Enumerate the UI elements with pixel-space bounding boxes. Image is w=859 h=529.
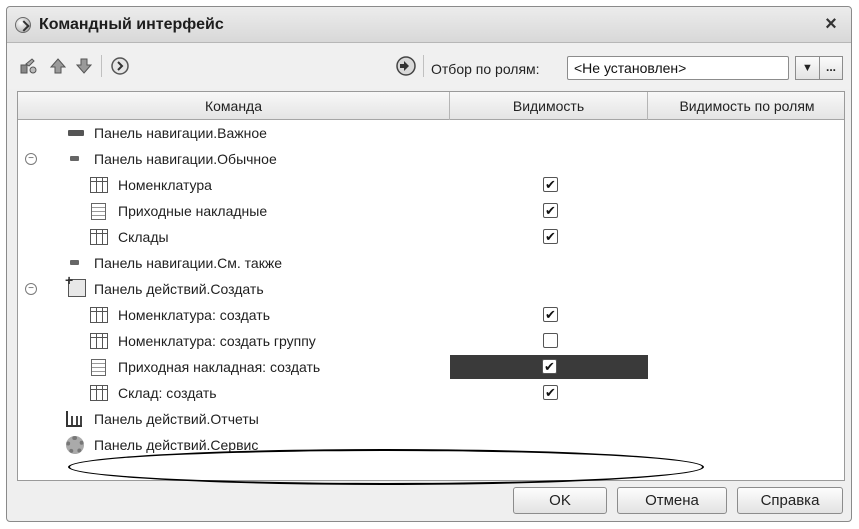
visibility-checkbox[interactable]: ✔ [543, 203, 558, 218]
visibility-checkbox[interactable]: ✔ [543, 177, 558, 192]
arrow-up-icon[interactable] [47, 55, 69, 77]
table-row[interactable]: Приходные накладные ✔ [18, 198, 844, 224]
table-row[interactable]: Панель действий.Сервис [18, 432, 844, 458]
table-row[interactable]: Номенклатура: создать группу [18, 328, 844, 354]
catalog-icon [90, 385, 108, 401]
table-row[interactable]: Панель действий.Отчеты [18, 406, 844, 432]
column-header-command[interactable]: Команда [18, 92, 450, 120]
collapse-icon[interactable]: − [25, 283, 37, 295]
ok-button[interactable]: OK [513, 487, 607, 514]
toolbar-separator [423, 55, 424, 77]
arrow-down-icon[interactable] [73, 55, 95, 77]
row-label: Приходные накладные [118, 203, 268, 219]
table-row[interactable]: Номенклатура: создать ✔ [18, 302, 844, 328]
toolbar-separator [101, 55, 102, 77]
visibility-checkbox[interactable]: ✔ [543, 229, 558, 244]
row-label: Склады [118, 229, 169, 245]
row-label: Склад: создать [118, 385, 217, 401]
row-label: Панель навигации.Обычное [94, 151, 277, 167]
panel-icon [68, 130, 84, 136]
visibility-checkbox[interactable]: ✔ [542, 359, 557, 374]
commands-table: Команда Видимость Видимость по ролям Пан… [17, 91, 845, 485]
table-row[interactable]: Панель навигации.Важное [18, 120, 844, 146]
catalog-icon [90, 307, 108, 323]
gear-icon [66, 436, 84, 454]
column-header-role-visibility[interactable]: Видимость по ролям [648, 92, 846, 120]
column-header-visibility[interactable]: Видимость [450, 92, 648, 120]
row-label: Панель навигации.См. также [94, 255, 282, 271]
close-button[interactable]: × [821, 13, 841, 35]
help-button[interactable]: Справка [737, 487, 843, 514]
table-row[interactable]: Панель навигации.См. также [18, 250, 844, 276]
filter-apply-icon[interactable] [395, 55, 417, 77]
role-filter-label: Отбор по ролям: [431, 61, 540, 77]
select-button[interactable]: ... [819, 56, 843, 80]
row-label: Панель действий.Отчеты [94, 411, 259, 427]
row-label: Приходная накладная: создать [118, 359, 321, 375]
dropdown-arrow-icon[interactable]: ▼ [795, 56, 819, 80]
row-label: Панель действий.Сервис [94, 437, 259, 453]
create-icon [65, 272, 86, 297]
catalog-icon [90, 177, 108, 193]
selected-cell[interactable]: ✔ [450, 355, 648, 379]
app-icon [15, 17, 31, 33]
row-label: Номенклатура: создать [118, 307, 270, 323]
table-row[interactable]: − Панель навигации.Обычное [18, 146, 844, 172]
go-icon[interactable] [109, 55, 131, 77]
table-row[interactable]: − Панель действий.Создать [18, 272, 844, 302]
row-label: Панель действий.Создать [94, 281, 264, 297]
catalog-icon [90, 229, 108, 245]
window-title: Командный интерфейс [39, 16, 224, 33]
panel-icon [70, 260, 79, 265]
table-row[interactable]: Номенклатура ✔ [18, 172, 844, 198]
role-filter-combo[interactable]: <Не установлен> [567, 56, 789, 80]
visibility-checkbox[interactable] [543, 333, 558, 348]
document-icon [91, 203, 106, 220]
title-bar: Командный интерфейс × [7, 7, 851, 43]
table-header: Команда Видимость Видимость по ролям [18, 92, 844, 120]
cancel-button[interactable]: Отмена [617, 487, 727, 514]
document-icon [91, 359, 106, 376]
table-row[interactable]: Склады ✔ [18, 224, 844, 250]
catalog-icon [90, 333, 108, 349]
table-row-selected[interactable]: Приходная накладная: создать ✔ [18, 354, 844, 380]
toolbar: Отбор по ролям: <Не установлен> ▼ ... [7, 43, 851, 89]
reports-icon [66, 411, 82, 427]
row-label: Номенклатура [118, 177, 212, 193]
row-label: Номенклатура: создать группу [118, 333, 316, 349]
table-row[interactable]: Склад: создать ✔ [18, 380, 844, 406]
move-icon[interactable] [17, 55, 39, 77]
collapse-icon[interactable]: − [25, 153, 37, 165]
command-interface-dialog: Командный интерфейс × Отбор по ролям: <Н… [6, 6, 852, 522]
panel-icon [70, 156, 79, 161]
visibility-checkbox[interactable]: ✔ [543, 307, 558, 322]
visibility-checkbox[interactable]: ✔ [543, 385, 558, 400]
row-label: Панель навигации.Важное [94, 125, 267, 141]
